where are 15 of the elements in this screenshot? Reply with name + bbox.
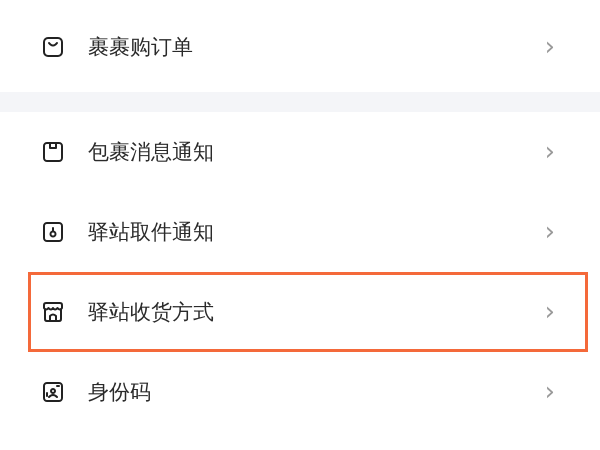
tag-icon	[41, 220, 65, 244]
person-frame-icon	[41, 380, 65, 404]
menu-item-label[interactable]: 驿站收货方式	[88, 298, 545, 326]
menu-item-label[interactable]: 身份码	[88, 378, 545, 406]
chevron-icon: ›	[544, 219, 555, 245]
box-icon	[41, 140, 65, 164]
store-icon	[41, 300, 65, 324]
menu-item-label[interactable]: 包裹消息通知	[88, 138, 545, 166]
chevron-icon: ›	[544, 379, 555, 405]
chevron-icon: ›	[544, 299, 555, 325]
chevron-icon: ›	[544, 34, 555, 60]
menu-item-label[interactable]: 驿站取件通知	[88, 218, 545, 246]
menu-item-label[interactable]: 裹裹购订单	[88, 33, 545, 61]
bag-icon	[41, 35, 65, 59]
chevron-icon: ›	[544, 139, 555, 165]
